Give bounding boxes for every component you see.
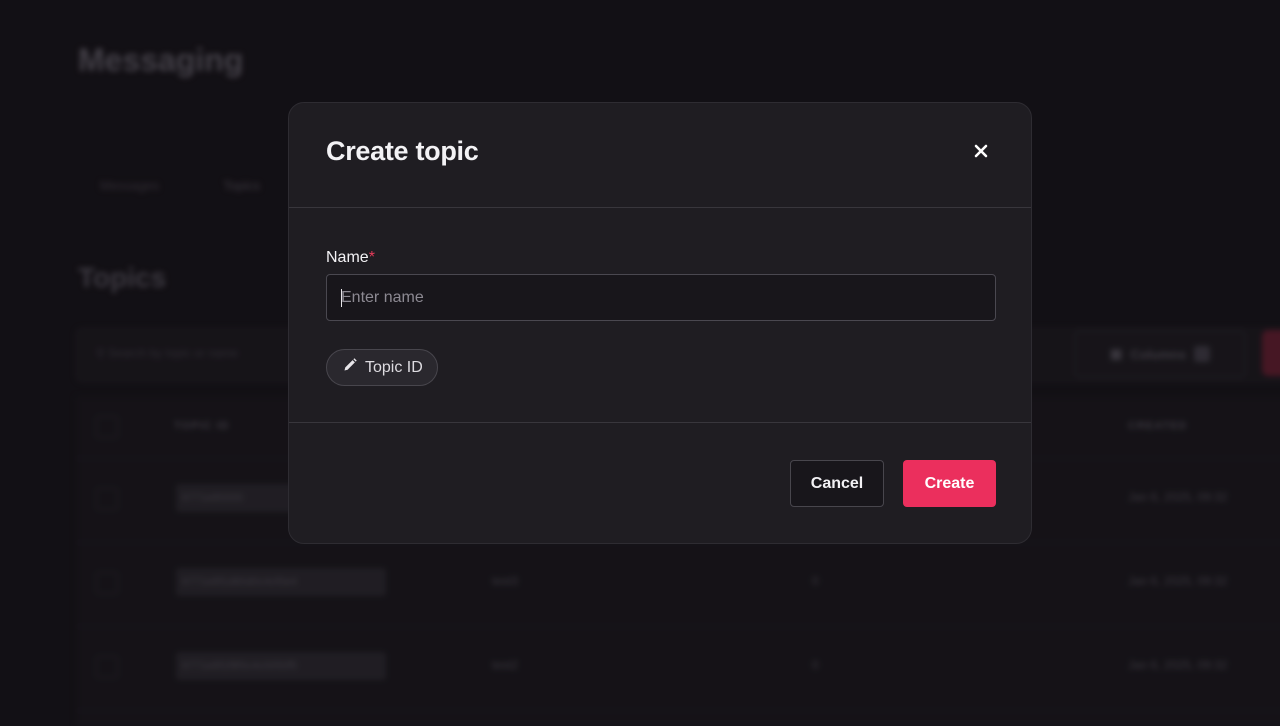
dialog-body: Name* Topic ID bbox=[289, 207, 1031, 423]
topic-id-button[interactable]: Topic ID bbox=[326, 349, 438, 386]
topic-id-label: Topic ID bbox=[365, 358, 423, 376]
dialog-title: Create topic bbox=[326, 136, 479, 166]
cancel-button[interactable]: Cancel bbox=[790, 460, 884, 507]
dialog-footer: Cancel Create bbox=[289, 422, 1031, 545]
create-button[interactable]: Create bbox=[903, 460, 996, 507]
name-input[interactable] bbox=[326, 274, 996, 321]
close-icon bbox=[974, 144, 988, 163]
create-topic-dialog: Create topic Name* Topic ID Cancel Creat… bbox=[288, 102, 1032, 544]
dialog-header: Create topic bbox=[289, 103, 1031, 208]
required-marker: * bbox=[368, 249, 375, 266]
text-caret bbox=[341, 289, 342, 307]
close-button[interactable] bbox=[967, 139, 995, 167]
name-field-label: Name* bbox=[326, 249, 375, 267]
pencil-icon bbox=[343, 358, 357, 377]
name-label-text: Name bbox=[326, 249, 369, 266]
